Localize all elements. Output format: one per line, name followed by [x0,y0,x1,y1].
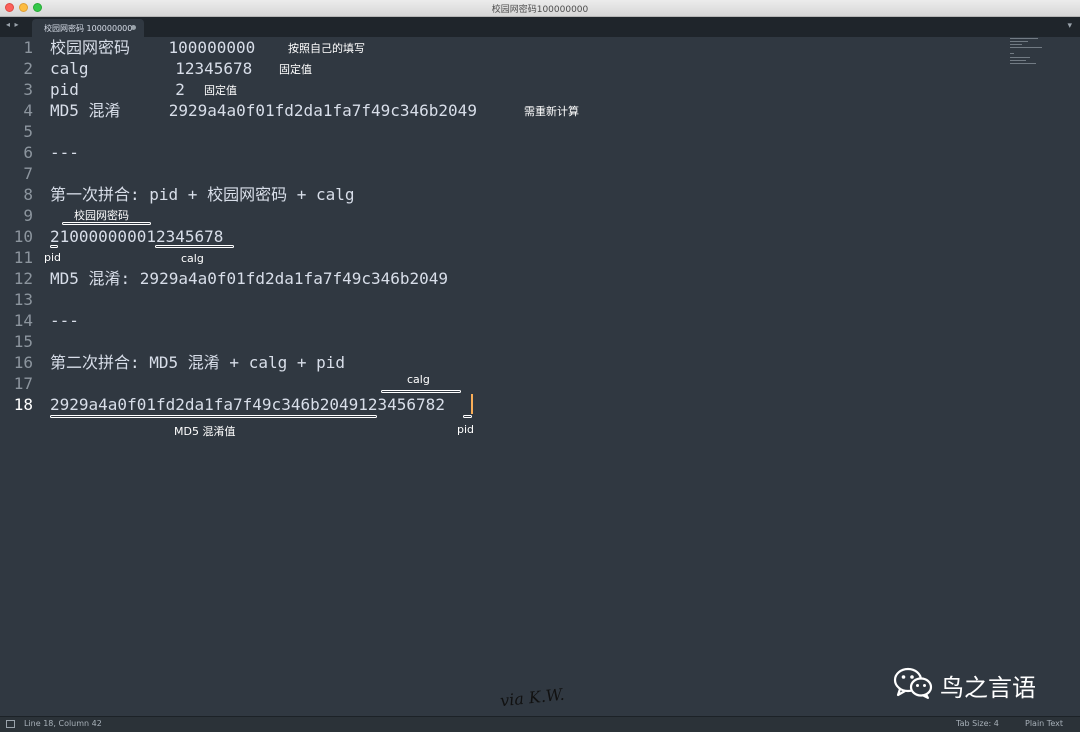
line-number: 16 [13,353,33,372]
minimap-line [1010,38,1038,39]
line-number: 1 [23,38,33,57]
annotation-md5-bracket [50,415,377,418]
code-line-8[interactable]: 第一次拼合: pid + 校园网密码 + calg [50,184,355,205]
line-number: 10 [13,227,33,246]
minimap[interactable] [1008,37,1042,67]
note-pid-fixed: 固定值 [204,84,237,97]
line-number: 15 [13,332,33,351]
minimap-line [1010,57,1030,58]
annotation-calg-bracket [155,245,234,248]
annotation-md5-label: MD5 混淆值 [174,425,236,438]
code-line-1[interactable]: 校园网密码 100000000 [50,37,255,58]
code-line-14[interactable]: --- [50,310,79,331]
line-number: 17 [13,374,33,393]
code-line-4[interactable]: MD5 混淆 2929a4a0f01fd2da1fa7f49c346b2049 [50,100,477,121]
file-tab-label: 校园网密码 100000000 [44,24,133,33]
note-md5-recalc: 需重新计算 [524,105,579,118]
line-number: 11 [13,248,33,267]
line-number: 3 [23,80,33,99]
code-line-16[interactable]: 第二次拼合: MD5 混淆 + calg + pid [50,352,345,373]
status-bar: Line 18, Column 42 Tab Size: 4 Plain Tex… [0,716,1080,732]
code-line-3[interactable]: pid 2 [50,79,185,100]
code-line-10[interactable]: 210000000012345678 [50,226,223,247]
tab-bar: ◂ ▸ 校园网密码 100000000 ▾ [0,17,1080,37]
tab-size-selector[interactable]: Tab Size: 4 [956,719,999,728]
annotation-pid-bracket [50,245,58,248]
line-number: 6 [23,143,33,162]
annotation-password-label: 校园网密码 [74,209,129,222]
line-number: 4 [23,101,33,120]
line-number: 2 [23,59,33,78]
code-line-6[interactable]: --- [50,142,79,163]
code-line-18[interactable]: 2929a4a0f01fd2da1fa7f49c346b204912345678… [50,394,445,415]
watermark-text: 鸟之言语 [940,674,1036,702]
syntax-selector[interactable]: Plain Text [1025,719,1063,728]
tab-dropdown-icon[interactable]: ▾ [1067,21,1072,31]
panel-toggle-icon[interactable] [6,720,15,728]
minimap-line [1010,47,1042,48]
annotation-pid2-bracket [463,415,472,418]
cursor-position: Line 18, Column 42 [24,719,102,728]
minimap-line [1010,63,1036,64]
minimap-line [1010,41,1028,42]
annotation-calg-label: calg [181,252,204,265]
line-number: 13 [13,290,33,309]
unsaved-dot-icon[interactable] [131,25,136,30]
annotation-calg2-label: calg [407,373,430,386]
line-number: 9 [23,206,33,225]
minimap-line [1010,53,1014,54]
annotation-pid2-label: pid [457,423,475,436]
line-number: 8 [23,185,33,204]
annotation-calg2-bracket [381,390,461,393]
file-tab[interactable]: 校园网密码 100000000 [32,19,144,37]
text-cursor [471,394,473,414]
code-line-12[interactable]: MD5 混淆: 2929a4a0f01fd2da1fa7f49c346b2049 [50,268,448,289]
wechat-logo-icon [893,667,933,699]
line-number: 12 [13,269,33,288]
line-number: 14 [13,311,33,330]
editor-area[interactable]: 1 2 3 4 6 5 7 8 9 10 11 12 13 14 15 16 1… [0,37,1080,716]
note-password: 按照自己的填写 [288,42,365,55]
code-line-2[interactable]: calg 12345678 [50,58,252,79]
minimap-line [1010,60,1026,61]
window-titlebar: 校园网密码100000000 [0,0,1080,17]
line-number-active: 18 [13,395,33,414]
tab-nav-arrows-icon[interactable]: ◂ ▸ [6,20,20,29]
note-calg-fixed: 固定值 [279,63,312,76]
annotation-password-bracket [62,222,151,225]
window-title: 校园网密码100000000 [491,5,589,15]
minimap-line [1010,44,1022,45]
annotation-pid-label: pid [44,251,62,264]
line-number: 7 [23,164,33,183]
line-number: 5 [23,122,33,141]
